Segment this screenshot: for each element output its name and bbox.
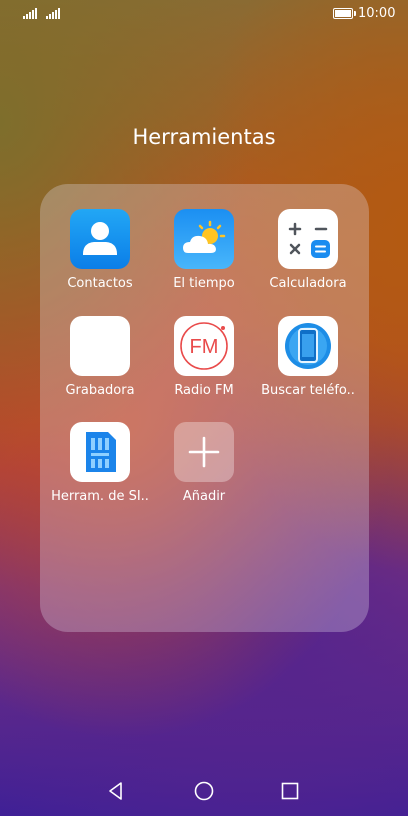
app-herram-de-sim[interactable]: Herram. de SI.. [48,422,152,518]
add-icon [174,422,234,482]
contacts-icon [70,209,130,269]
app-label: Calculadora [269,276,347,291]
radio-fm-icon: FM [174,316,234,376]
app-label: Radio FM [174,383,234,398]
calculator-icon [278,209,338,269]
app-label: Añadir [182,489,226,504]
app-grabadora[interactable]: Grabadora [48,316,152,412]
folder-panel: Contactos El tiempo Calculadora Grabador… [40,184,369,632]
recorder-icon [70,316,130,376]
app-label: Buscar teléfo.. [261,383,355,398]
recents-icon[interactable] [279,780,301,802]
app-buscar-telefono[interactable]: Buscar teléfo.. [256,316,360,412]
signal-icon [46,8,60,19]
home-icon[interactable] [193,780,215,802]
app-calculadora[interactable]: Calculadora [256,209,360,305]
app-label: Contactos [67,276,133,291]
svg-text:FM: FM [190,336,219,358]
weather-icon [174,209,234,269]
sim-card-icon [70,422,130,482]
navigation-bar [0,770,408,810]
app-anadir[interactable]: Añadir [152,422,256,518]
battery-icon [333,8,356,19]
app-label: El tiempo [173,276,235,291]
app-el-tiempo[interactable]: El tiempo [152,209,256,305]
app-radio-fm[interactable]: FM Radio FM [152,316,256,412]
status-time: 10:00 [358,6,396,21]
signal-icon [23,8,37,19]
app-label: Herram. de SI.. [51,489,149,504]
back-icon[interactable] [105,780,127,802]
app-contactos[interactable]: Contactos [48,209,152,305]
folder-title[interactable]: Herramientas [0,125,408,149]
app-label: Grabadora [65,383,135,398]
home-screen: 10:00 Herramientas Contactos El tiempo C… [0,0,408,816]
status-bar: 10:00 [0,0,408,28]
find-phone-icon [278,316,338,376]
